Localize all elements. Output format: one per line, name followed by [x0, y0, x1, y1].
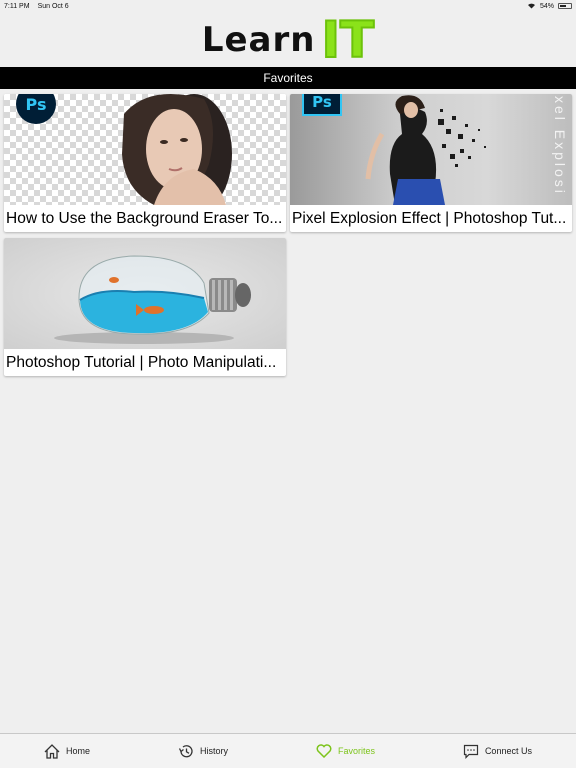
- tab-label: History: [199, 746, 228, 756]
- logo-text-learn: Learn: [201, 19, 316, 60]
- overlay-text: xel Explosi: [552, 96, 568, 196]
- video-title: Pixel Explosion Effect | Photoshop Tut..…: [292, 209, 567, 227]
- photoshop-logo-icon: Ps: [302, 94, 342, 116]
- tab-label: Home: [65, 746, 90, 756]
- logo-text-it: IT: [320, 10, 375, 69]
- video-title: Photoshop Tutorial | Photo Manipulati...: [6, 353, 277, 371]
- tab-bar: Home History Favorites Connect Us: [0, 733, 576, 768]
- chat-icon: [463, 744, 479, 759]
- app-logo: Learn IT: [201, 10, 375, 69]
- app-header: Learn IT: [0, 12, 576, 67]
- status-bar: 7:11 PM Sun Oct 6 54%: [0, 0, 576, 12]
- status-time: 7:11 PM: [4, 2, 30, 10]
- title-bar: Favorites: [0, 67, 576, 89]
- video-thumbnail: [4, 238, 286, 349]
- video-title: How to Use the Background Eraser To...: [6, 209, 283, 227]
- video-card[interactable]: Ps xel Explosi Pixel Explosion Effect | …: [290, 94, 572, 232]
- home-icon: [44, 743, 60, 759]
- battery-icon: [558, 3, 572, 9]
- lightbulb-fish-image: [54, 255, 251, 344]
- video-card[interactable]: Ps How to Use the Background Eraser To..…: [4, 94, 286, 232]
- battery-percent: 54%: [539, 2, 554, 10]
- status-date: Sun Oct 6: [37, 2, 69, 10]
- history-icon: [178, 744, 194, 759]
- heart-icon: [316, 744, 332, 758]
- tab-connect-us[interactable]: Connect Us: [463, 744, 532, 759]
- tab-label: Connect Us: [484, 746, 532, 756]
- video-thumbnail: Ps: [4, 94, 286, 205]
- tab-favorites[interactable]: Favorites: [316, 744, 375, 758]
- tab-label: Favorites: [337, 746, 375, 756]
- video-thumbnail: Ps xel Explosi: [290, 94, 572, 205]
- wifi-icon: [527, 2, 536, 11]
- video-card[interactable]: Photoshop Tutorial | Photo Manipulati...: [4, 238, 286, 376]
- tab-history[interactable]: History: [178, 744, 228, 759]
- tab-home[interactable]: Home: [44, 743, 90, 759]
- favorites-grid: Ps How to Use the Background Eraser To..…: [4, 94, 572, 376]
- page-title: Favorites: [263, 71, 313, 85]
